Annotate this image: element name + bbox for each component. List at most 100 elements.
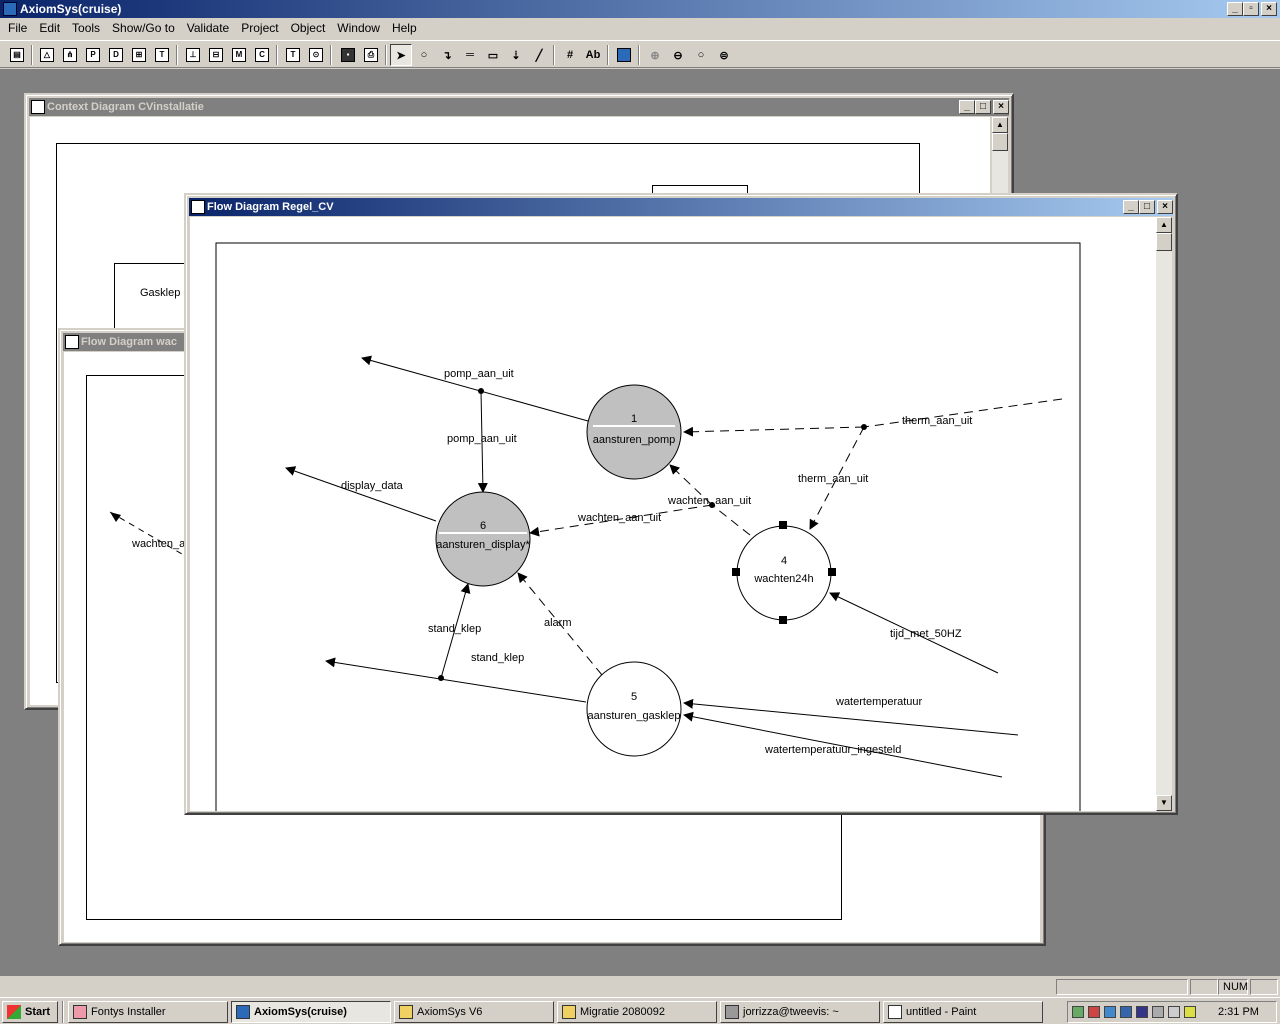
toolbar-separator [638,45,640,65]
text-label-icon[interactable]: Ab [582,44,604,66]
flow-arrow-icon[interactable]: ↴ [436,44,458,66]
diagram-window-icon [65,335,79,349]
selection-handle [828,568,836,576]
select-pointer-icon[interactable]: ➤ [390,44,412,66]
flow-front-title-bar[interactable]: Flow Diagram Regel_CV _ □ × [189,198,1173,216]
label-pomp-aan-uit: pomp_aan_uit [447,433,517,445]
axiomsys-app-icon [3,2,17,16]
label-stand-klep: stand_klep [428,623,481,635]
grid-icon[interactable]: # [559,44,581,66]
close-button[interactable]: × [1261,2,1277,16]
flow-junction [438,675,444,681]
text-doc-icon[interactable]: T [151,44,173,66]
toolbar-separator [176,45,178,65]
toolbar-separator [31,45,33,65]
minimize-button[interactable]: _ [1227,2,1243,16]
taskbar-item-terminal[interactable]: jorrizza@tweevis: ~ [720,1001,880,1023]
save-icon[interactable]: ▪ [337,44,359,66]
cascade-windows-icon[interactable] [613,44,635,66]
toolbar-separator [276,45,278,65]
menu-window[interactable]: Window [331,18,386,38]
line-icon[interactable]: ╱ [528,44,550,66]
circle-process-icon[interactable]: ○ [413,44,435,66]
process-1-name: aansturen_pomp [593,434,676,446]
zoom-out-icon[interactable]: ⊖ [667,44,689,66]
restore-button[interactable]: ▫ [1243,2,1259,16]
table-icon[interactable]: T [282,44,304,66]
volume-icon[interactable] [1088,1006,1100,1018]
scroll-up-button[interactable]: ▲ [992,117,1008,133]
context-window-title-bar[interactable]: Context Diagram CVinstallatie _ □ × [29,98,1009,116]
tools-icon[interactable] [1136,1006,1148,1018]
flow-front-canvas[interactable]: 1 aansturen_pomp 6 aansturen_display* 4 … [190,217,1156,811]
taskbar-item-paint[interactable]: untitled - Paint [883,1001,1043,1023]
taskbar-item-axiomsys-v6[interactable]: AxiomSys V6 [394,1001,554,1023]
menu-tools[interactable]: Tools [66,18,106,38]
menu-file[interactable]: File [2,18,33,38]
system-tray: 2:31 PM [1067,1001,1277,1023]
maximize-button[interactable]: □ [1139,200,1155,214]
class-doc-icon[interactable]: C [251,44,273,66]
menu-bar: File Edit Tools Show/Go to Validate Proj… [0,18,1280,38]
clock[interactable]: 2:31 PM [1218,1006,1259,1018]
database-icon[interactable]: ⊙ [305,44,327,66]
hierarchy-icon[interactable]: ⊥ [182,44,204,66]
antivirus-icon[interactable] [1120,1006,1132,1018]
open-project-icon[interactable]: ▤ [6,44,28,66]
toolbar-separator [385,45,387,65]
structure-chart-icon[interactable]: ⊞ [128,44,150,66]
taskbar-item-fontys-installer[interactable]: Fontys Installer [68,1001,228,1023]
zoom-reset-icon[interactable]: ⊜ [713,44,735,66]
vertical-scrollbar[interactable]: ▲ ▼ [1156,217,1172,811]
terminator-icon[interactable]: ▭ [482,44,504,66]
scroll-up-button[interactable]: ▲ [1156,217,1172,233]
minimize-button[interactable]: _ [1123,200,1139,214]
print-icon[interactable]: ⎙ [360,44,382,66]
minimize-button[interactable]: _ [959,100,975,114]
process-5-number: 5 [631,691,637,703]
close-button[interactable]: × [993,100,1009,114]
close-button[interactable]: × [1157,200,1173,214]
menu-project[interactable]: Project [235,18,284,38]
menu-edit[interactable]: Edit [33,18,66,38]
module-icon[interactable]: M [228,44,250,66]
store-icon[interactable]: ═ [459,44,481,66]
folder-icon [562,1005,576,1019]
start-button[interactable]: Start [2,1001,58,1023]
taskbar-item-axiomsys-cruise[interactable]: AxiomSys(cruise) [231,1001,391,1023]
menu-show-goto[interactable]: Show/Go to [106,18,181,38]
menu-help[interactable]: Help [386,18,423,38]
label-therm-aan-uit: therm_aan_uit [798,473,868,485]
flow-therm-aan-uit-to-pomp [683,426,865,437]
label-wachten-aan-uit: wachten_aan_uit [577,512,661,524]
scroll-thumb[interactable] [1156,233,1172,251]
network-icon[interactable] [1072,1006,1084,1018]
zoom-in-icon[interactable]: ⊕ [644,44,666,66]
taskbar-item-migratie[interactable]: Migratie 2080092 [557,1001,717,1023]
process-4-number: 4 [781,555,787,567]
settings-icon[interactable] [1152,1006,1164,1018]
menu-object[interactable]: Object [285,18,332,38]
axiomsys-icon [236,1005,250,1019]
process-spec-icon[interactable]: P [82,44,104,66]
label-stand-klep: stand_klep [471,652,524,664]
label-wachten-aan-uit: wachten_aan_uit [667,495,751,507]
zoom-fit-icon[interactable]: ○ [690,44,712,66]
connection-icon[interactable] [1184,1006,1196,1018]
menu-validate[interactable]: Validate [181,18,235,38]
flow-diagram-icon[interactable]: ⋔ [59,44,81,66]
messenger-icon[interactable] [1104,1006,1116,1018]
context-diagram-icon[interactable]: △ [36,44,58,66]
terminal-icon [725,1005,739,1019]
scroll-down-button[interactable]: ▼ [1156,795,1172,811]
maximize-button[interactable]: □ [975,100,991,114]
label-pomp-aan-uit: pomp_aan_uit [444,368,514,380]
erd-icon[interactable]: ⊟ [205,44,227,66]
data-dictionary-icon[interactable]: D [105,44,127,66]
flow-diagram-regel-cv-window[interactable]: Flow Diagram Regel_CV _ □ × 1 aansturen_… [184,193,1178,815]
control-flow-icon[interactable]: ⇣ [505,44,527,66]
flow-junction [478,388,484,394]
display-icon[interactable] [1168,1006,1180,1018]
flow-wachten-aan-uit-a [711,504,751,536]
scroll-thumb[interactable] [992,133,1008,151]
